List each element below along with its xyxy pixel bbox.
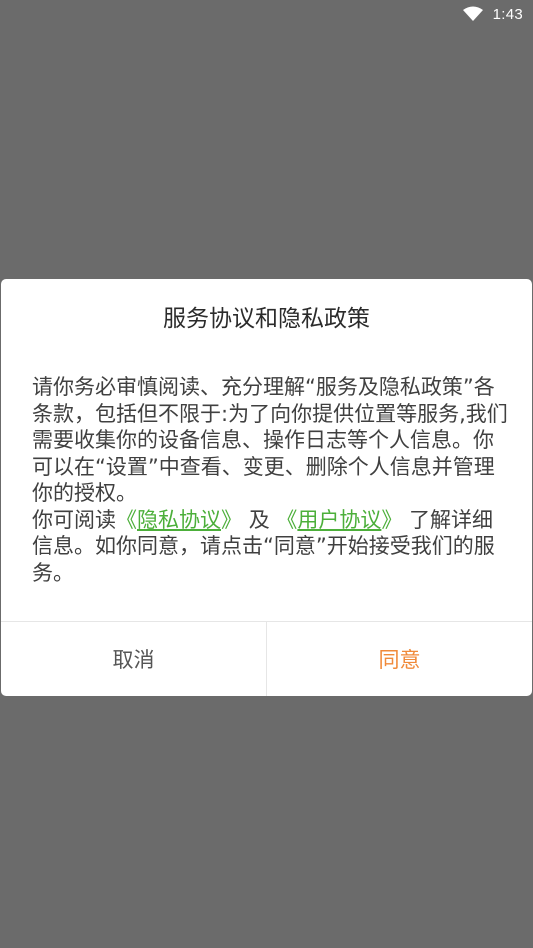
paragraph-2-prefix: 你可阅读 xyxy=(32,507,116,532)
wifi-icon xyxy=(462,6,483,22)
dialog-title: 服务协议和隐私政策 xyxy=(163,306,370,332)
privacy-open-bracket: 《 xyxy=(116,507,137,532)
privacy-dialog: 服务协议和隐私政策 请你务必审慎阅读、充分理解“服务及隐私政策”各条款，包括但不… xyxy=(1,279,532,696)
privacy-agreement-link[interactable]: 隐私协议 xyxy=(137,508,221,532)
dialog-paragraph-2: 你可阅读《隐私协议》 及 《用户协议》 了解详细信息。如你同意，请点击“同意”开… xyxy=(32,507,508,587)
user-close-bracket: 》 xyxy=(381,507,403,532)
dialog-body: 请你务必审慎阅读、充分理解“服务及隐私政策”各条款，包括但不限于:为了向你提供位… xyxy=(32,374,508,586)
privacy-close-bracket: 》 xyxy=(221,507,242,532)
dialog-paragraph-1: 请你务必审慎阅读、充分理解“服务及隐私政策”各条款，包括但不限于:为了向你提供位… xyxy=(32,375,508,505)
user-agreement-link[interactable]: 用户协议 xyxy=(297,508,381,532)
user-open-bracket: 《 xyxy=(276,507,298,532)
agree-button[interactable]: 同意 xyxy=(267,622,532,696)
status-bar: 1:43 xyxy=(0,0,533,28)
status-time: 1:43 xyxy=(492,5,523,23)
and-text: 及 xyxy=(248,507,270,532)
cancel-button[interactable]: 取消 xyxy=(1,622,266,696)
